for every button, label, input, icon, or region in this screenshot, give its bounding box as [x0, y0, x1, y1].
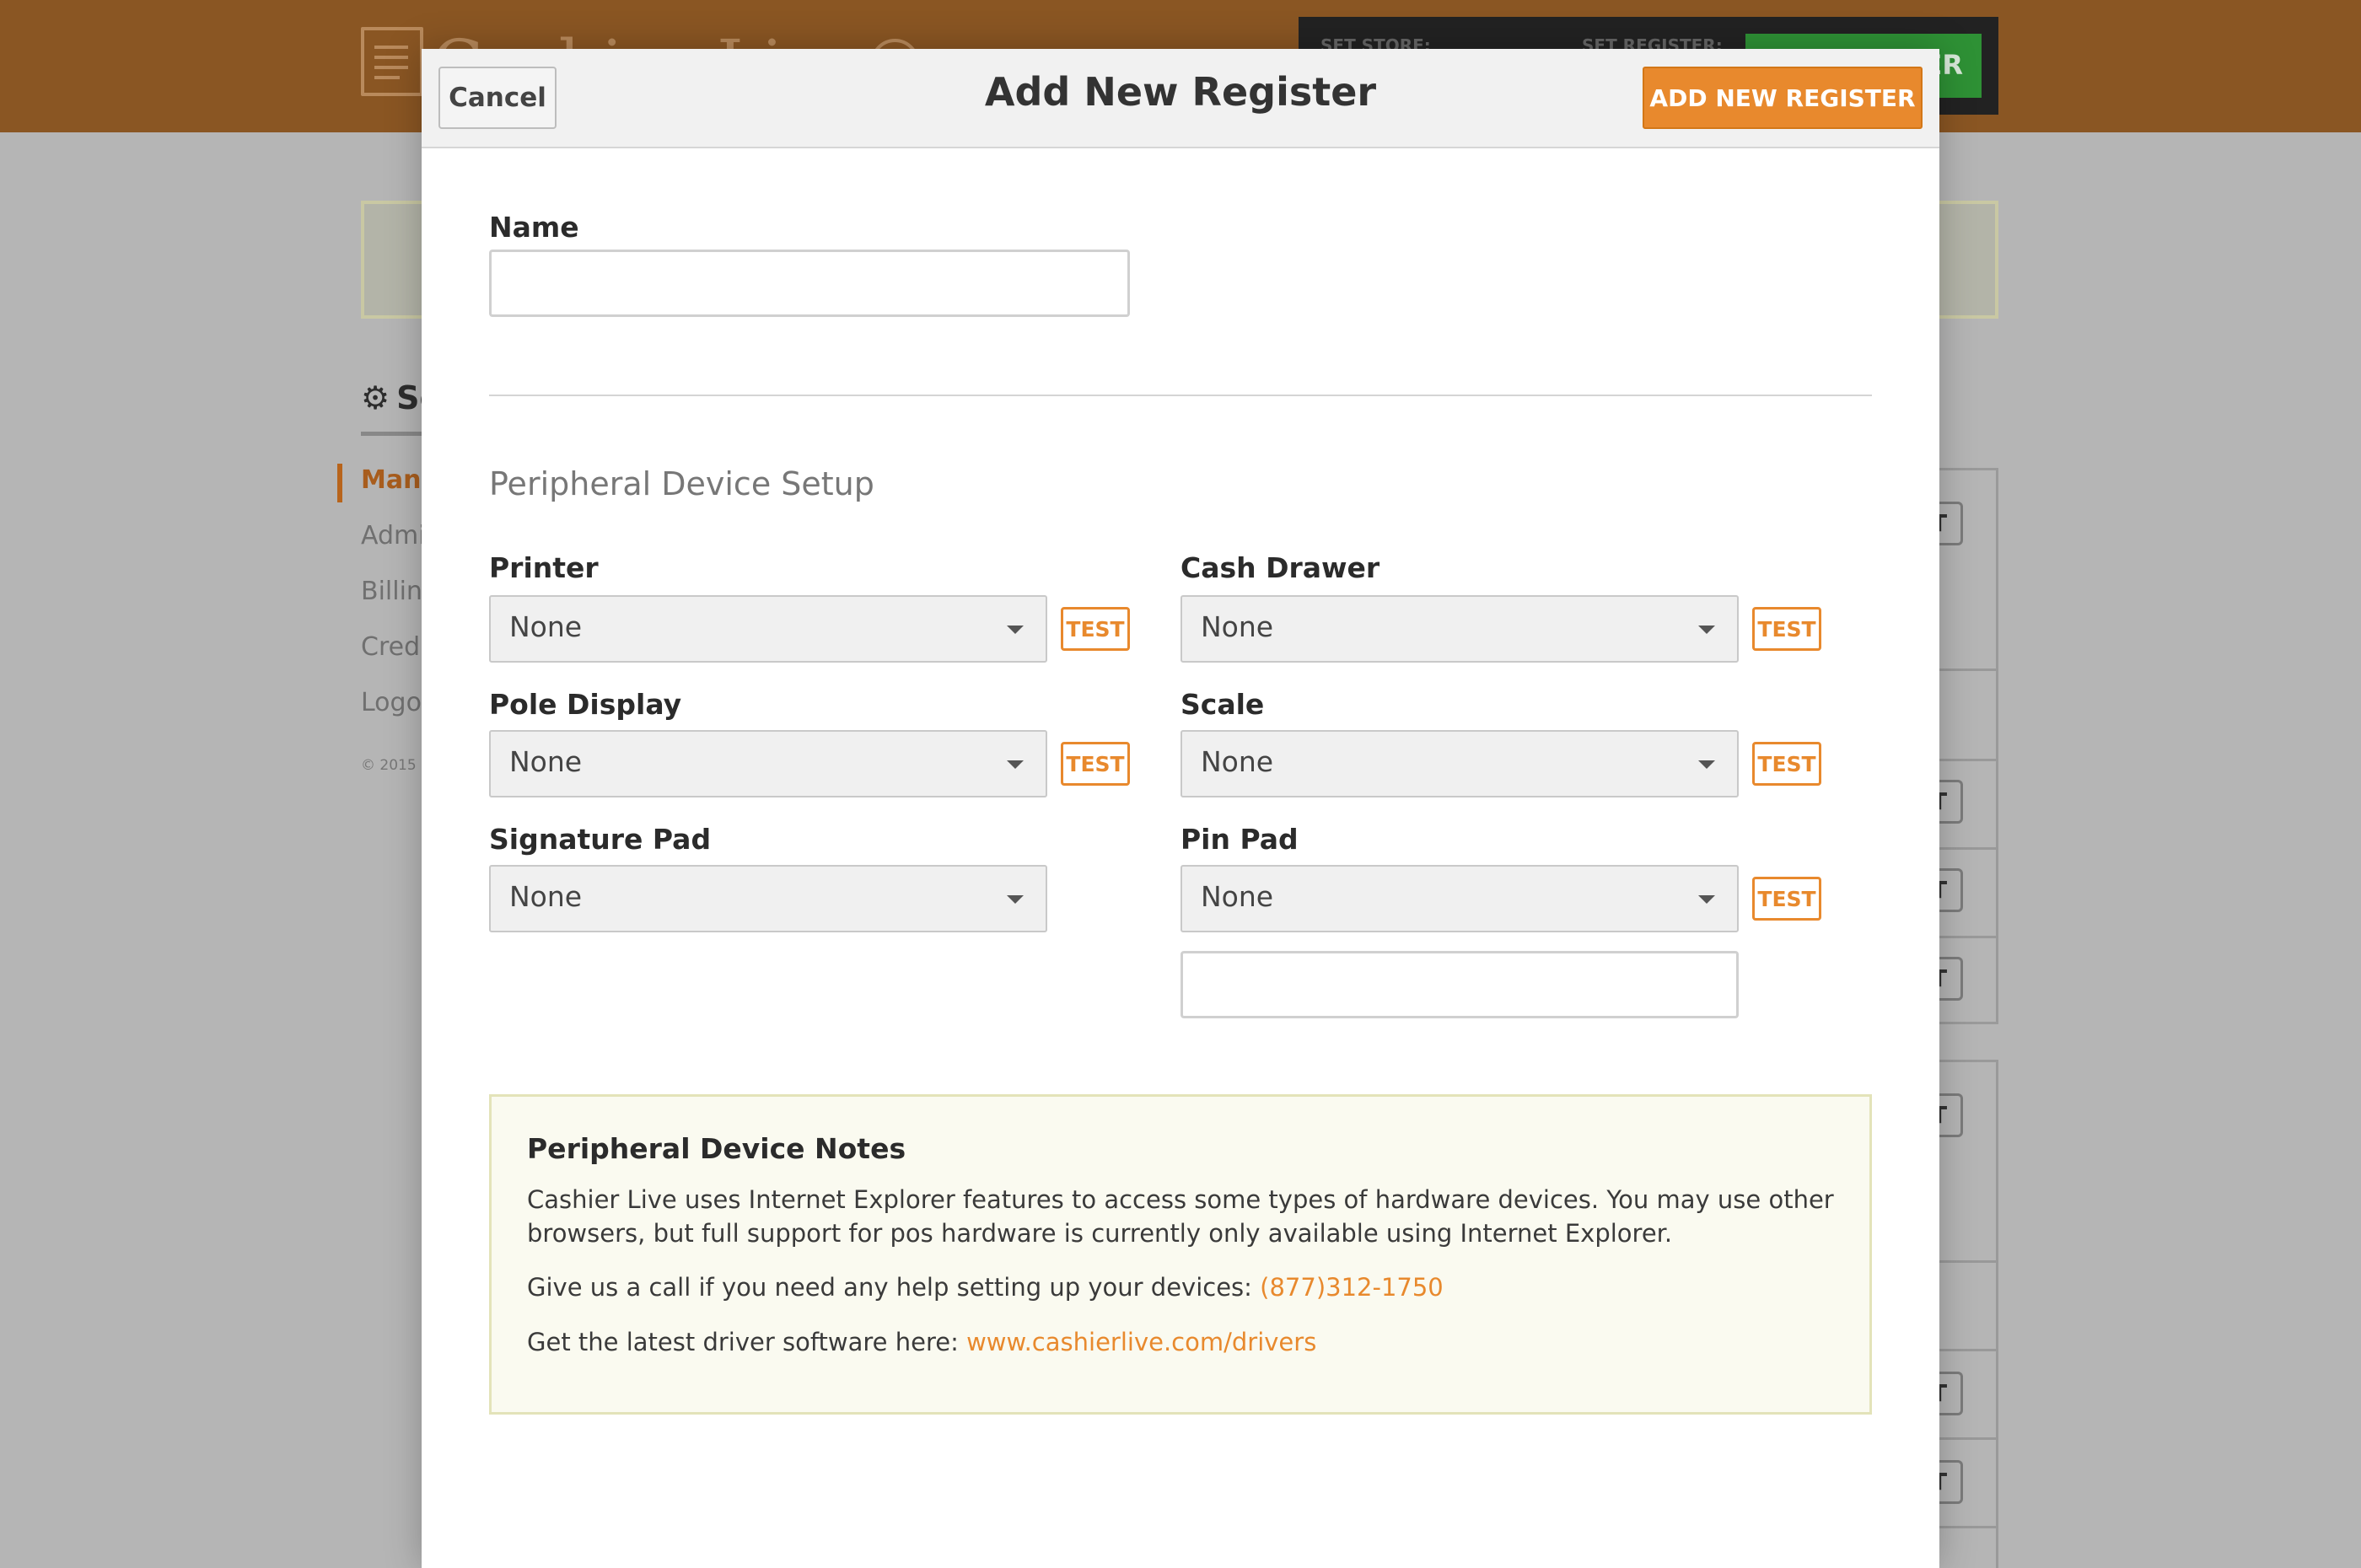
nav-item-credit[interactable]: Credi — [361, 632, 427, 662]
add-new-register-button[interactable]: ADD NEW REGISTER — [1643, 67, 1923, 129]
panel-divider — [1931, 1349, 1998, 1351]
pin-pad-select[interactable]: None — [1180, 865, 1739, 932]
nav-item-billing[interactable]: Billin — [361, 577, 422, 606]
modal-header: Cancel Add New Register ADD NEW REGISTER — [422, 49, 1939, 148]
nav-item-logout[interactable]: Logo — [361, 688, 422, 717]
printer-test-button[interactable]: TEST — [1061, 607, 1130, 651]
notes-driver-text: Get the latest driver software here: www… — [527, 1328, 1317, 1356]
receipt-logo-icon — [361, 27, 423, 96]
panel-divider — [1931, 936, 1998, 938]
cash-drawer-test-button[interactable]: TEST — [1752, 607, 1821, 651]
caret-down-icon — [1698, 626, 1715, 634]
cash-drawer-select[interactable]: None — [1180, 595, 1739, 663]
notes-browser-text: Cashier Live uses Internet Explorer feat… — [527, 1185, 1834, 1248]
signature-pad-label: Signature Pad — [489, 823, 712, 856]
pole-display-select[interactable]: None — [489, 730, 1047, 797]
pin-pad-text-input[interactable] — [1180, 951, 1739, 1018]
caret-down-icon — [1007, 760, 1024, 769]
panel-divider — [1931, 1437, 1998, 1440]
scale-test-button[interactable]: TEST — [1752, 742, 1821, 786]
name-input[interactable] — [489, 250, 1130, 317]
gear-icon: ⚙ — [361, 379, 390, 416]
cash-drawer-label: Cash Drawer — [1180, 551, 1380, 584]
nav-item-admin[interactable]: Admi — [361, 521, 426, 550]
support-phone-link[interactable]: (877)312-1750 — [1260, 1273, 1444, 1302]
printer-label: Printer — [489, 551, 599, 584]
signature-pad-select[interactable]: None — [489, 865, 1047, 932]
pole-display-test-button[interactable]: TEST — [1061, 742, 1130, 786]
nav-active-indicator — [337, 464, 342, 502]
caret-down-icon — [1698, 895, 1715, 904]
caret-down-icon — [1698, 760, 1715, 769]
pole-display-label: Pole Display — [489, 688, 682, 721]
cancel-button[interactable]: Cancel — [438, 67, 557, 129]
pin-pad-test-button[interactable]: TEST — [1752, 877, 1821, 921]
notes-call-text: Give us a call if you need any help sett… — [527, 1273, 1444, 1302]
peripheral-section-title: Peripheral Device Setup — [489, 465, 874, 502]
printer-select[interactable]: None — [489, 595, 1047, 663]
peripheral-notes-box: Peripheral Device Notes Cashier Live use… — [489, 1094, 1872, 1415]
scale-label: Scale — [1180, 688, 1265, 721]
panel-divider — [1931, 1260, 1998, 1263]
caret-down-icon — [1007, 626, 1024, 634]
scale-select[interactable]: None — [1180, 730, 1739, 797]
register-panel-1 — [1931, 468, 1998, 1024]
panel-divider — [1931, 1526, 1998, 1528]
section-divider — [489, 395, 1872, 396]
add-register-modal: Cancel Add New Register ADD NEW REGISTER… — [422, 49, 1939, 1568]
drivers-link[interactable]: www.cashierlive.com/drivers — [966, 1328, 1316, 1356]
name-label: Name — [489, 211, 579, 244]
panel-divider — [1931, 669, 1998, 671]
pin-pad-label: Pin Pad — [1180, 823, 1299, 856]
panel-divider — [1931, 847, 1998, 850]
caret-down-icon — [1007, 895, 1024, 904]
panel-divider — [1931, 759, 1998, 761]
notes-title: Peripheral Device Notes — [527, 1132, 906, 1165]
copyright-text: © 2015 C — [361, 757, 431, 774]
